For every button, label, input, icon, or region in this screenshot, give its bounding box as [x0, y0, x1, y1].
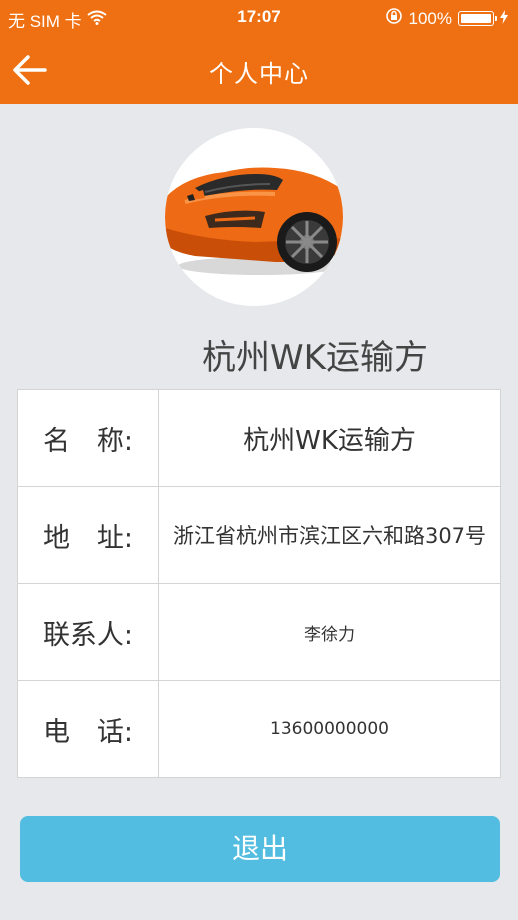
phone-label: 电 话:: [17, 680, 159, 778]
status-right: 100%: [385, 7, 508, 30]
navigation-bar: 个人中心: [0, 34, 518, 104]
battery-percent: 100%: [408, 8, 452, 28]
battery-icon: [458, 11, 497, 26]
company-name: 杭州WK运输方: [202, 338, 428, 378]
rotation-lock-icon: [385, 7, 403, 30]
contact-value: 李徐力: [158, 583, 501, 681]
avatar[interactable]: [165, 128, 343, 306]
table-row-contact: 联系人: 李徐力: [17, 583, 501, 681]
address-value: 浙江省杭州市滨江区六和路307号: [158, 486, 501, 584]
sports-car-image: [165, 128, 343, 306]
page-title: 个人中心: [209, 60, 309, 88]
logout-button[interactable]: 退出: [20, 816, 500, 882]
profile-info-table: 名 称: 杭州WK运输方 地 址: 浙江省杭州市滨江区六和路307号 联系人: …: [17, 389, 501, 778]
table-row-name: 名 称: 杭州WK运输方: [17, 389, 501, 487]
address-label: 地 址:: [17, 486, 159, 584]
table-row-address: 地 址: 浙江省杭州市滨江区六和路307号: [17, 486, 501, 584]
name-value: 杭州WK运输方: [158, 389, 501, 487]
table-row-phone: 电 话: 13600000000: [17, 680, 501, 778]
name-label: 名 称:: [17, 389, 159, 487]
charging-icon: [500, 9, 508, 29]
contact-label: 联系人:: [17, 583, 159, 681]
phone-value: 13600000000: [158, 680, 501, 778]
status-bar: 无 SIM 卡 17:07 100%: [0, 0, 518, 34]
